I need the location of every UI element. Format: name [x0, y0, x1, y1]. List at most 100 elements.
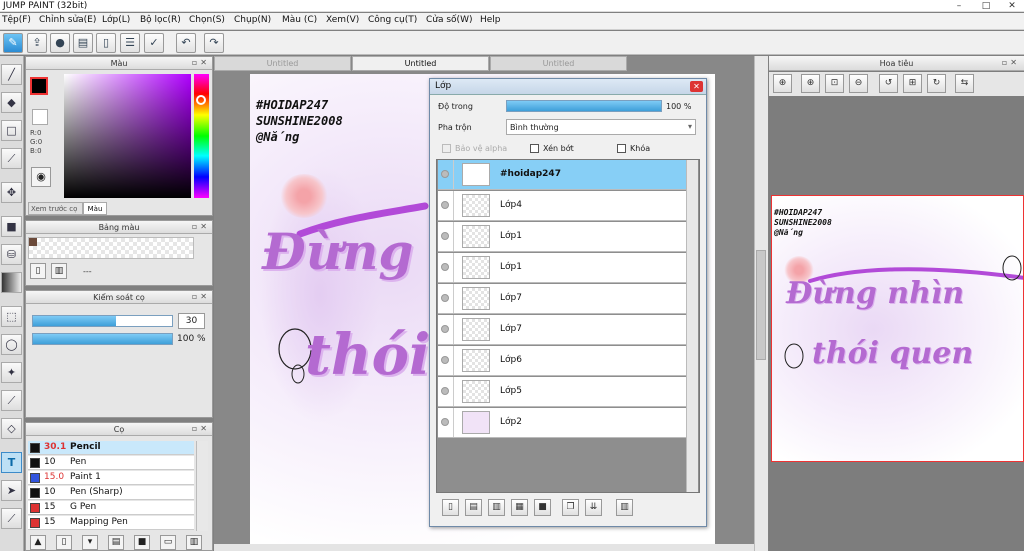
menu-help[interactable]: Help	[480, 15, 501, 25]
zoom-fit-icon[interactable]: ⊕	[773, 74, 792, 93]
layer-row[interactable]: #hoidap247	[438, 160, 686, 190]
brush-folder-icon[interactable]: ■	[134, 535, 150, 550]
hue-slider[interactable]	[194, 74, 209, 198]
brush-opacity-slider[interactable]	[32, 333, 173, 345]
brush-menu-icon[interactable]: ▾	[82, 535, 98, 550]
layer-row[interactable]: Lớp7	[438, 315, 686, 345]
protect-alpha-checkbox[interactable]	[442, 144, 451, 153]
select-eraser-icon[interactable]: ◇	[1, 418, 22, 439]
saturation-value-picker[interactable]	[64, 74, 191, 198]
layer-list-scrollbar[interactable]	[686, 160, 698, 492]
pointer-icon[interactable]: ➤	[1, 480, 22, 501]
text-icon[interactable]: T	[1, 452, 22, 473]
dropper-icon[interactable]: ⟋	[1, 508, 22, 529]
brush-new-icon[interactable]: ▯	[56, 535, 72, 550]
menu-filter[interactable]: Bộ lọc(R)	[140, 15, 181, 25]
merge-down-icon[interactable]: ⇊	[585, 499, 602, 516]
brush-document-icon[interactable]: ▤	[108, 535, 124, 550]
panel-controls-icon[interactable]: ▫✕	[192, 424, 210, 433]
layer-row[interactable]: Lớp2	[438, 408, 686, 438]
tab-color[interactable]: Màu	[83, 202, 107, 215]
brush-item-pen-sharp[interactable]: 10 Pen (Sharp)	[28, 486, 194, 500]
rotate-right-icon[interactable]: ↻	[927, 74, 946, 93]
pencil-line-icon[interactable]: ⟋	[1, 148, 22, 169]
delete-layer-icon[interactable]: ▥	[616, 499, 633, 516]
canvas-scroll-thumb[interactable]	[756, 250, 766, 360]
menu-layer[interactable]: Lớp(L)	[102, 15, 130, 25]
fill-rect-icon[interactable]: ■	[1, 216, 22, 237]
layer-row[interactable]: Lớp6	[438, 346, 686, 376]
layer-row[interactable]: Lớp1	[438, 253, 686, 283]
canvas-hscrollbar[interactable]	[214, 544, 754, 551]
layer-close-icon[interactable]: ✕	[690, 81, 703, 92]
layer-row[interactable]: Lớp7	[438, 284, 686, 314]
layer-row[interactable]: Lớp1	[438, 222, 686, 252]
settings-list-icon[interactable]: ☰	[120, 33, 140, 53]
close-button[interactable]: ✕	[1003, 0, 1021, 12]
move-icon[interactable]: ✥	[1, 182, 22, 203]
tab-untitled-3[interactable]: Untitled	[490, 56, 627, 71]
zoom-actual-icon[interactable]: ⊡	[825, 74, 844, 93]
brush-size-input[interactable]: 30	[178, 313, 205, 329]
menu-select[interactable]: Chọn(S)	[189, 15, 225, 25]
visibility-eye-icon[interactable]	[441, 232, 449, 240]
marquee-icon[interactable]: ⬚	[1, 306, 22, 327]
eraser-icon[interactable]: ◆	[1, 92, 22, 113]
new-swatch-icon[interactable]: ▯	[30, 263, 46, 279]
new-layer-icon[interactable]: ▯	[442, 499, 459, 516]
brush-copy-icon[interactable]: ▭	[160, 535, 176, 550]
rect-select-icon[interactable]: □	[1, 120, 22, 141]
duplicate-layer-icon[interactable]: ❐	[562, 499, 579, 516]
visibility-eye-icon[interactable]	[441, 418, 449, 426]
new-tone-layer-icon[interactable]: ▦	[511, 499, 528, 516]
primary-color-swatch[interactable]	[30, 77, 48, 95]
navigator-preview[interactable]: #HOIDAP247 SUNSHINE2008 @Nắng Đừng nhìn …	[771, 195, 1024, 462]
document-icon[interactable]: ▯	[96, 33, 116, 53]
pen-nib-icon[interactable]: ✎	[3, 33, 23, 53]
menu-capture[interactable]: Chụp(N)	[234, 15, 271, 25]
panel-controls-icon[interactable]: ▫✕	[192, 222, 210, 231]
panel-controls-icon[interactable]: ▫✕	[192, 58, 210, 67]
brush-item-mapping-pen[interactable]: 15 Mapping Pen	[28, 516, 194, 530]
hue-handle[interactable]	[196, 95, 206, 105]
select-pen-icon[interactable]: ⟋	[1, 390, 22, 411]
maximize-button[interactable]: □	[977, 0, 995, 12]
brush-add-icon[interactable]: ▲	[30, 535, 46, 550]
visibility-eye-icon[interactable]	[441, 387, 449, 395]
bucket-icon[interactable]: ⛁	[1, 244, 22, 265]
comment-icon[interactable]: ●	[50, 33, 70, 53]
panel-controls-icon[interactable]: ▫✕	[192, 292, 210, 301]
brush-size-slider[interactable]	[32, 315, 173, 327]
panel-controls-icon[interactable]: ▫✕	[1002, 58, 1020, 67]
share-icon[interactable]: ⇪	[27, 33, 47, 53]
palette-icon[interactable]: ◉	[31, 167, 51, 187]
menu-window[interactable]: Cửa số(W)	[426, 15, 472, 25]
flip-icon[interactable]: ⇆	[955, 74, 974, 93]
visibility-eye-icon[interactable]	[441, 170, 449, 178]
menu-view[interactable]: Xem(V)	[326, 15, 359, 25]
tab-untitled-1[interactable]: Untitled	[214, 56, 351, 71]
brush-item-paint1[interactable]: 15.0 Paint 1	[28, 471, 194, 485]
menu-edit[interactable]: Chỉnh sửa(E)	[39, 15, 96, 25]
brush-item-pencil[interactable]: 30.1 Pencil	[28, 441, 194, 455]
brush-list-scrollbar[interactable]	[196, 441, 208, 531]
new-folder-icon[interactable]: ■	[534, 499, 551, 516]
brush-item-g-pen[interactable]: 15 G Pen	[28, 501, 194, 515]
visibility-eye-icon[interactable]	[441, 356, 449, 364]
menu-tools[interactable]: Công cụ(T)	[368, 15, 417, 25]
layer-row[interactable]: Lớp4	[438, 191, 686, 221]
undo-icon[interactable]: ↶	[176, 33, 196, 53]
delete-swatch-icon[interactable]: ▥	[51, 263, 67, 279]
visibility-eye-icon[interactable]	[441, 325, 449, 333]
lock-checkbox[interactable]	[617, 144, 626, 153]
blend-mode-select[interactable]: Bình thường ▾	[506, 119, 696, 135]
checklist-icon[interactable]: ✓	[144, 33, 164, 53]
magic-wand-icon[interactable]: ✦	[1, 362, 22, 383]
minimize-button[interactable]: –	[950, 0, 968, 12]
menu-color[interactable]: Màu (C)	[282, 15, 317, 25]
zoom-out-icon[interactable]: ⊖	[849, 74, 868, 93]
zoom-in-icon[interactable]: ⊕	[801, 74, 820, 93]
visibility-eye-icon[interactable]	[441, 263, 449, 271]
clip-checkbox[interactable]	[530, 144, 539, 153]
rotate-left-icon[interactable]: ↺	[879, 74, 898, 93]
